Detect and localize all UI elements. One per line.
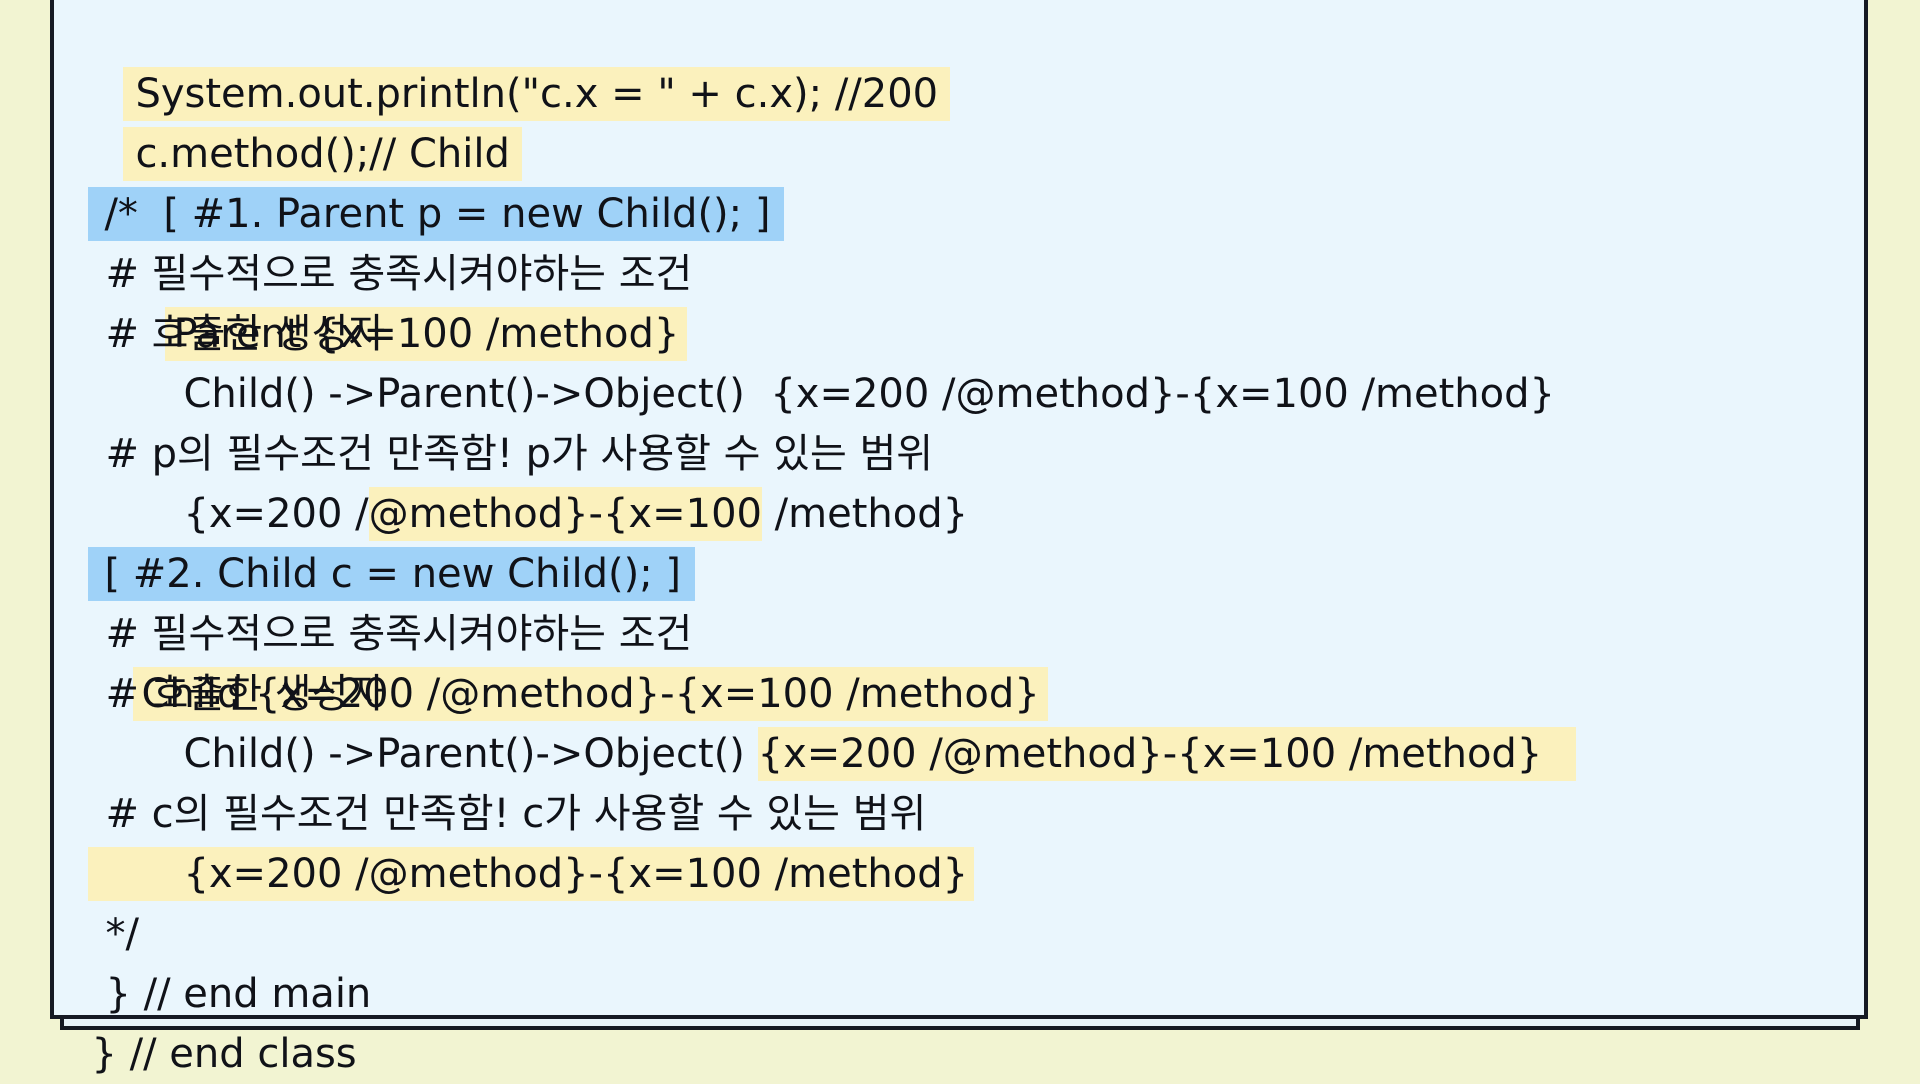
code-line-case1-scope: {x=200 /@method}-{x=100 /method} <box>158 424 968 541</box>
code-line-case1-header: /* [ #1. Parent p = new Child(); ] <box>63 124 785 241</box>
code-line-case2-constructor-label: # 호출한 생성자 <box>80 604 385 717</box>
case1-scope-end: /method} <box>761 491 969 537</box>
code-line-case1-requirement: # 필수적으로 충족시켜야하는 조건 Parent {x=100 /method… <box>80 184 692 361</box>
code-line-method-call: c.method();// Child <box>98 64 522 181</box>
code-line-end-main: } // end main <box>80 904 371 1017</box>
code-line-case2-satisfied: # c의 필수조건 만족함! c가 사용할 수 있는 범위 <box>80 724 926 837</box>
code-line-case1-constructor-label: # 호출한 생성자 <box>80 244 385 357</box>
case2-scope-highlight: {x=200 /@method}-{x=100 /method} <box>88 847 975 901</box>
code-line-case2-requirement: # 필수적으로 충족시켜야하는 조건 Child {x=200 /@method… <box>80 544 1048 721</box>
end-class: } // end class <box>91 1031 357 1077</box>
code-line-case2-constructor-chain: Child() ->Parent()->Object() {x=200 /@me… <box>158 664 1577 781</box>
code-line-case1-satisfied: # p의 필수조건 만족함! p가 사용할 수 있는 범위 <box>80 364 933 477</box>
code-line-comment-end: */ <box>80 844 138 957</box>
code-line-println: System.out.println("c.x = " + c.x); //20… <box>98 4 951 121</box>
code-line-case2-header: [ #2. Child c = new Child(); ] <box>63 484 695 601</box>
code-line-case1-constructor-chain: Child() ->Parent()->Object() {x=200 /@me… <box>158 304 1555 417</box>
code-line-case2-scope: {x=200 /@method}-{x=100 /method} <box>63 784 975 901</box>
code-line-end-class: } // end class <box>66 964 356 1077</box>
